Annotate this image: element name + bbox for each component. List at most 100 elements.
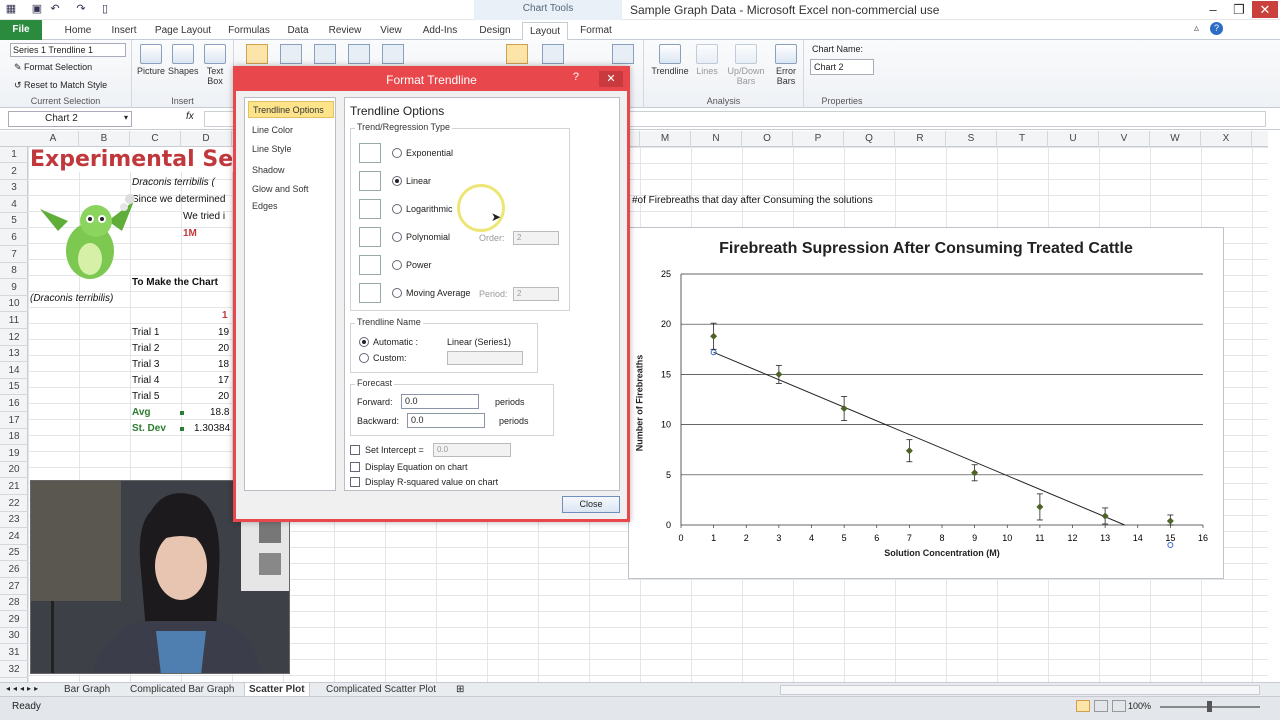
row-header-11[interactable]: 11 (0, 313, 28, 329)
row-header-31[interactable]: 31 (0, 645, 28, 661)
help-icon[interactable]: ? (1210, 22, 1223, 35)
concentration-text[interactable]: 1M (183, 228, 197, 239)
function-icon[interactable]: fx (186, 111, 194, 122)
row-header-14[interactable]: 14 (0, 363, 28, 379)
row-header-16[interactable]: 16 (0, 396, 28, 412)
zoom-level[interactable]: 100% (1128, 701, 1151, 711)
header-value-d10[interactable]: 1 (222, 310, 228, 321)
row-header-8[interactable]: 8 (0, 263, 28, 280)
column-header-d[interactable]: D (181, 131, 232, 147)
stdev-value[interactable]: 1.30384 (194, 423, 230, 434)
firebreaths-note[interactable]: #of Firebreaths that day after Consuming… (632, 195, 873, 206)
trial-label[interactable]: Trial 4 (132, 375, 159, 386)
column-header-v[interactable]: V (1099, 131, 1150, 147)
row-header-27[interactable]: 27 (0, 579, 28, 595)
trendline-handle[interactable] (1167, 542, 1174, 548)
we-tried-text[interactable]: We tried i (183, 211, 226, 222)
new-document-icon[interactable]: ▯ (98, 3, 112, 16)
legend-icon[interactable] (314, 44, 336, 64)
x-tick-label[interactable]: 7 (907, 533, 912, 543)
axis-titles-icon[interactable] (280, 44, 302, 64)
row-header-4[interactable]: 4 (0, 197, 28, 213)
column-header-p[interactable]: P (793, 131, 844, 147)
x-tick-label[interactable]: 4 (809, 533, 814, 543)
x-tick-label[interactable]: 10 (1002, 533, 1012, 543)
moving-average-radio[interactable] (392, 288, 402, 298)
display-equation-checkbox[interactable] (350, 462, 360, 472)
nav-line-style[interactable]: Line Style (248, 141, 334, 158)
exponential-radio[interactable] (392, 148, 402, 158)
row-header-24[interactable]: 24 (0, 529, 28, 545)
data-point[interactable] (905, 447, 913, 455)
row-header-18[interactable]: 18 (0, 429, 28, 446)
trial-value[interactable]: 20 (218, 343, 229, 354)
data-point[interactable] (710, 332, 718, 340)
custom-name-radio[interactable] (359, 353, 369, 363)
y-tick-label[interactable]: 10 (661, 420, 671, 430)
tab-view[interactable]: View (374, 22, 408, 40)
nav-line-color[interactable]: Line Color (248, 122, 334, 139)
close-button[interactable]: Close (562, 496, 620, 513)
column-header-x[interactable]: X (1201, 131, 1252, 147)
plot-area-icon[interactable] (612, 44, 634, 64)
stdev-label[interactable]: St. Dev (132, 423, 166, 434)
chart-plot-svg[interactable]: 05101520250 1 2 3 4 5 6 7 8 9 10 11 12 13 14 15 16 (629, 228, 1223, 578)
trendline[interactable] (713, 351, 1125, 526)
data-point[interactable] (775, 370, 783, 378)
backward-input[interactable]: 0.0 (407, 413, 485, 428)
trial-value[interactable]: 17 (218, 375, 229, 386)
data-point[interactable] (1036, 503, 1044, 511)
trial-label[interactable]: Trial 1 (132, 327, 159, 338)
horizontal-scrollbar[interactable] (780, 685, 1260, 695)
nav-glow-soft-edges[interactable]: Glow and Soft Edges (248, 181, 334, 211)
row-header-20[interactable]: 20 (0, 462, 28, 479)
minimize-icon[interactable]: – (1200, 1, 1226, 18)
nav-shadow[interactable]: Shadow (248, 162, 334, 179)
sheet-tab[interactable]: Complicated Bar Graph (126, 683, 239, 697)
x-tick-label[interactable]: 9 (972, 533, 977, 543)
column-header-a[interactable]: A (28, 131, 79, 147)
tab-formulas[interactable]: Formulas (224, 22, 274, 40)
logarithmic-radio[interactable] (392, 204, 402, 214)
tab-format[interactable]: Format (574, 22, 618, 40)
row-header-30[interactable]: 30 (0, 628, 28, 645)
chart-elements-dropdown[interactable]: Series 1 Trendline 1 (10, 43, 126, 57)
x-tick-label[interactable]: 14 (1133, 533, 1143, 543)
sheet-title[interactable]: Experimental Setu (30, 147, 264, 172)
display-r-squared-checkbox[interactable] (350, 477, 360, 487)
row-header-2[interactable]: 2 (0, 164, 28, 180)
tab-file[interactable]: File (0, 20, 42, 40)
y-tick-label[interactable]: 20 (661, 319, 671, 329)
row-header-1[interactable]: 1 (0, 147, 28, 163)
column-header-u[interactable]: U (1048, 131, 1099, 147)
name-box[interactable]: Chart 2 (8, 111, 132, 127)
set-intercept-input[interactable]: 0.0 (433, 443, 511, 457)
text-box-button[interactable]: Text Box (202, 44, 228, 86)
up-down-bars-button[interactable]: Up/Down Bars (724, 44, 768, 86)
sheet-tab[interactable]: Bar Graph (60, 683, 114, 697)
row-header-32[interactable]: 32 (0, 662, 28, 678)
column-header-b[interactable]: B (79, 131, 130, 147)
undo-icon[interactable]: ↶ (48, 3, 62, 16)
column-header-q[interactable]: Q (844, 131, 895, 147)
row-header-19[interactable]: 19 (0, 446, 28, 462)
column-header-o[interactable]: O (742, 131, 793, 147)
row-header-15[interactable]: 15 (0, 379, 28, 396)
period-spinner[interactable]: 2 (513, 287, 559, 301)
scientific-name-text[interactable]: Draconis terribilis ( (132, 177, 215, 188)
avg-value[interactable]: 18.8 (210, 407, 229, 418)
polynomial-radio[interactable] (392, 232, 402, 242)
row-header-17[interactable]: 17 (0, 413, 28, 429)
data-table-icon[interactable] (382, 44, 404, 64)
zoom-slider-thumb[interactable] (1207, 701, 1212, 712)
set-intercept-checkbox[interactable] (350, 445, 360, 455)
insert-sheet-icon[interactable]: ⊞ (456, 684, 464, 695)
y-axis-title[interactable]: Number of Firebreaths (634, 355, 644, 452)
x-axis-title[interactable]: Solution Concentration (M) (629, 548, 1255, 558)
trial-value[interactable]: 20 (218, 391, 229, 402)
chart-name-input[interactable]: Chart 2 (810, 59, 874, 75)
forward-input[interactable]: 0.0 (401, 394, 479, 409)
x-tick-label[interactable]: 0 (678, 533, 683, 543)
trial-value[interactable]: 18 (218, 359, 229, 370)
trial-value[interactable]: 19 (218, 327, 229, 338)
